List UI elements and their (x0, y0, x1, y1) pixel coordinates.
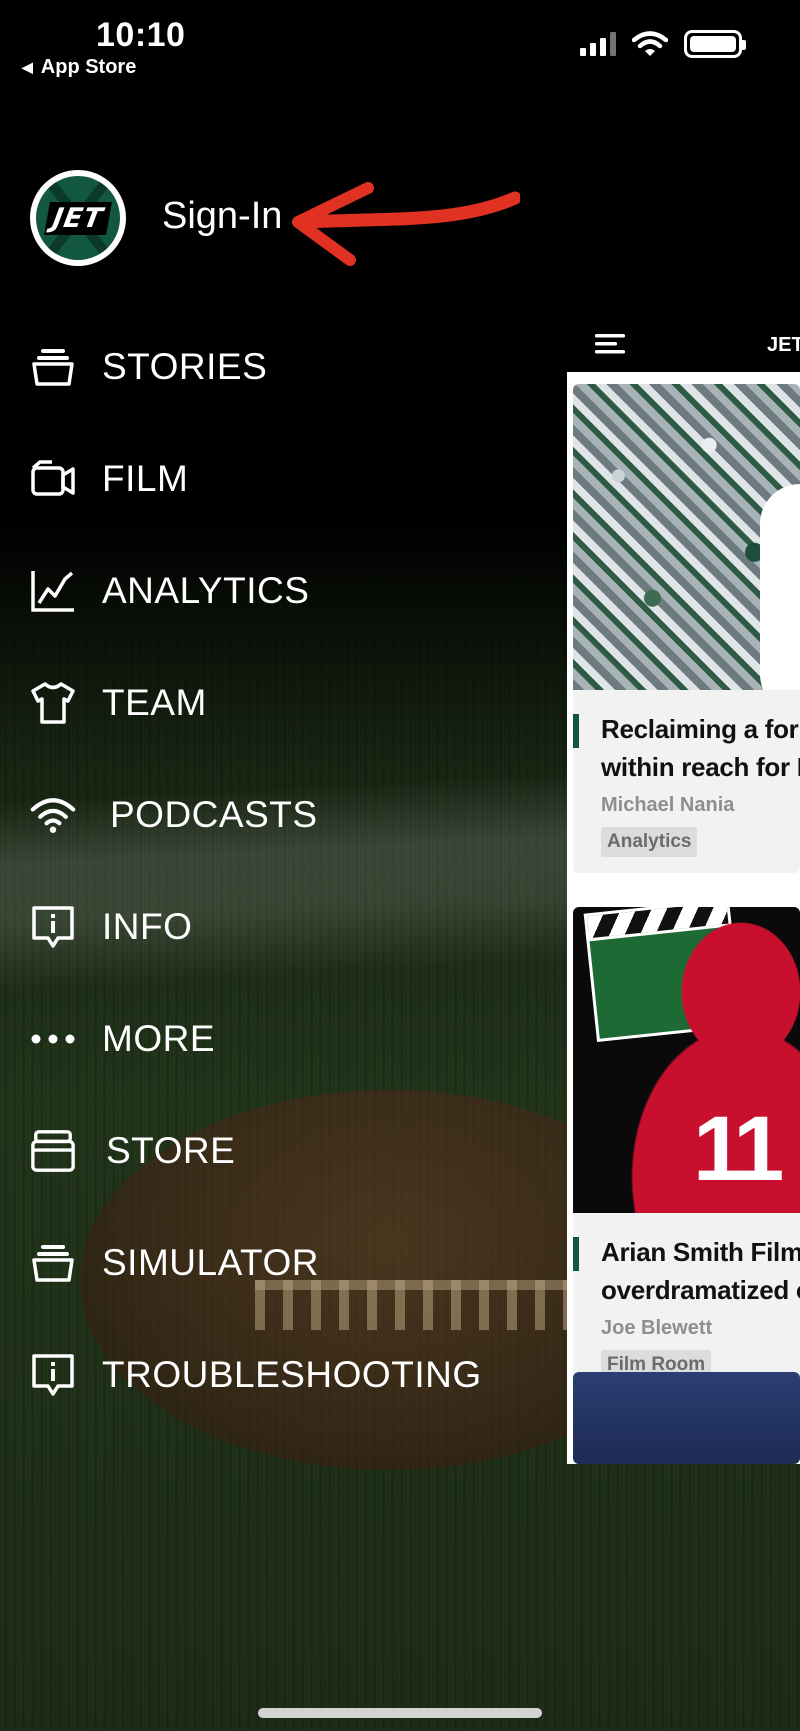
menu-label-stories: STORIES (102, 346, 268, 387)
article-card[interactable]: 11 Arian Smith Film R overdramatized or … (573, 907, 800, 1396)
menu-item-store[interactable]: STORE (30, 1116, 235, 1186)
content-panel-title: JET (767, 334, 800, 356)
menu-item-analytics[interactable]: ANALYTICS (30, 556, 309, 626)
article-title-line1: Reclaiming a forme (601, 714, 800, 744)
status-icons (580, 30, 746, 58)
menu-item-troubleshooting[interactable]: TROUBLESHOOTING (30, 1340, 482, 1410)
back-to-app-store[interactable]: ◀ App Store (22, 56, 136, 79)
menu-item-film[interactable]: FILM (30, 444, 188, 514)
article-title-line2: overdramatized or (601, 1275, 800, 1305)
menu-label-film: FILM (102, 458, 189, 499)
article-author: Michael Nania (601, 794, 735, 816)
menu-item-podcasts[interactable]: PODCASTS (30, 780, 318, 850)
menu-item-stories[interactable]: STORIES (30, 332, 267, 402)
info-bubble-icon (30, 1352, 76, 1398)
jersey-number: 11 (693, 1098, 784, 1200)
back-triangle-icon: ◀ (22, 59, 33, 75)
team-logo[interactable]: JET (30, 170, 126, 266)
menu-label-store: STORE (106, 1130, 236, 1171)
article-image: 11 (573, 907, 800, 1213)
menu-label-troubleshooting: TROUBLESHOOTING (102, 1354, 482, 1395)
content-panel[interactable]: JET Reclaiming a forme within reach for … (567, 320, 800, 1464)
menu-item-info[interactable]: INFO (30, 892, 192, 962)
home-indicator[interactable] (258, 1708, 542, 1718)
stack-icon (30, 1240, 76, 1286)
article-card-partial[interactable] (573, 1372, 800, 1464)
wifi-icon (30, 792, 76, 838)
menu-label-info: INFO (102, 906, 193, 947)
article-card[interactable]: Reclaiming a forme within reach for NY M… (573, 384, 800, 873)
logo-text: JET (44, 201, 112, 235)
jersey-icon (30, 680, 76, 726)
article-feed[interactable]: Reclaiming a forme within reach for NY M… (567, 372, 800, 1464)
status-time: 10:10 (96, 16, 186, 54)
back-app-label: App Store (40, 56, 137, 78)
store-box-icon (30, 1128, 76, 1174)
article-title-line2: within reach for NY (601, 752, 800, 782)
hamburger-menu-icon[interactable] (593, 332, 627, 356)
menu-label-analytics: ANALYTICS (102, 570, 310, 611)
more-dots-icon (30, 1016, 76, 1062)
battery-icon (684, 30, 746, 58)
menu-item-simulator[interactable]: SIMULATOR (30, 1228, 319, 1298)
article-title-line1: Arian Smith Film R (601, 1237, 800, 1267)
red-arrow-annotation (292, 182, 520, 266)
article-image (573, 384, 800, 690)
video-camera-icon (30, 456, 76, 502)
menu-label-more: MORE (102, 1018, 215, 1059)
article-tag[interactable]: Analytics (601, 827, 698, 857)
cellular-signal-icon (580, 32, 616, 56)
signin-link[interactable]: Sign-In (162, 195, 282, 238)
article-author: Joe Blewett (601, 1317, 713, 1339)
menu-label-simulator: SIMULATOR (102, 1242, 319, 1283)
line-chart-icon (30, 568, 76, 614)
menu-label-team: TEAM (102, 682, 207, 723)
menu-label-podcasts: PODCASTS (110, 794, 318, 835)
info-bubble-icon (30, 904, 76, 950)
wifi-status-icon (632, 31, 668, 56)
menu-item-more[interactable]: MORE (30, 1004, 215, 1074)
content-panel-header: JET (567, 320, 800, 372)
stack-icon (30, 344, 76, 390)
menu-item-team[interactable]: TEAM (30, 668, 207, 738)
